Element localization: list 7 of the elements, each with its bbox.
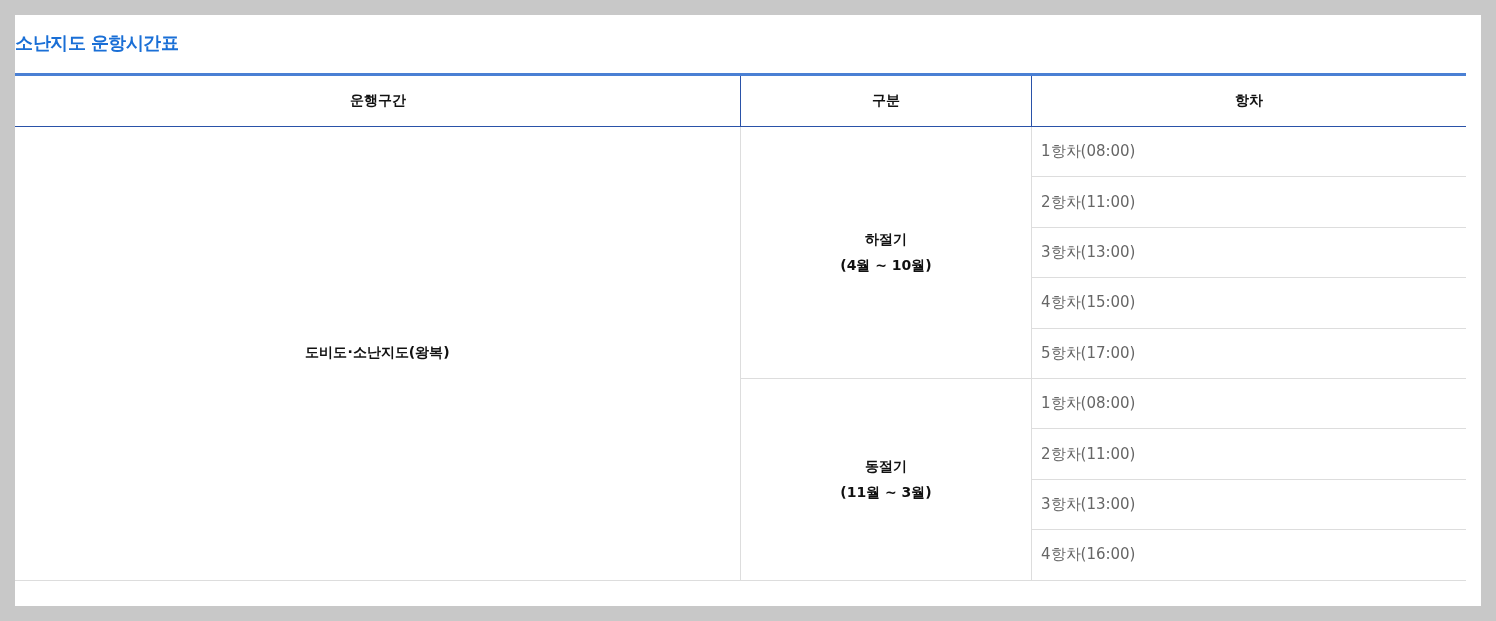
column-header: 항차 — [1031, 74, 1466, 127]
page-title: 소난지도 운항시간표 — [15, 31, 180, 55]
column-header: 구분 — [740, 74, 1032, 127]
column-header: 운행구간 — [15, 74, 741, 127]
route-cell: 도비도·소난지도(왕복) — [15, 126, 741, 580]
season-cell: 하절기 (4월 ~ 10월) — [740, 126, 1032, 379]
season-cell: 동절기 (11월 ~ 3월) — [740, 378, 1032, 580]
